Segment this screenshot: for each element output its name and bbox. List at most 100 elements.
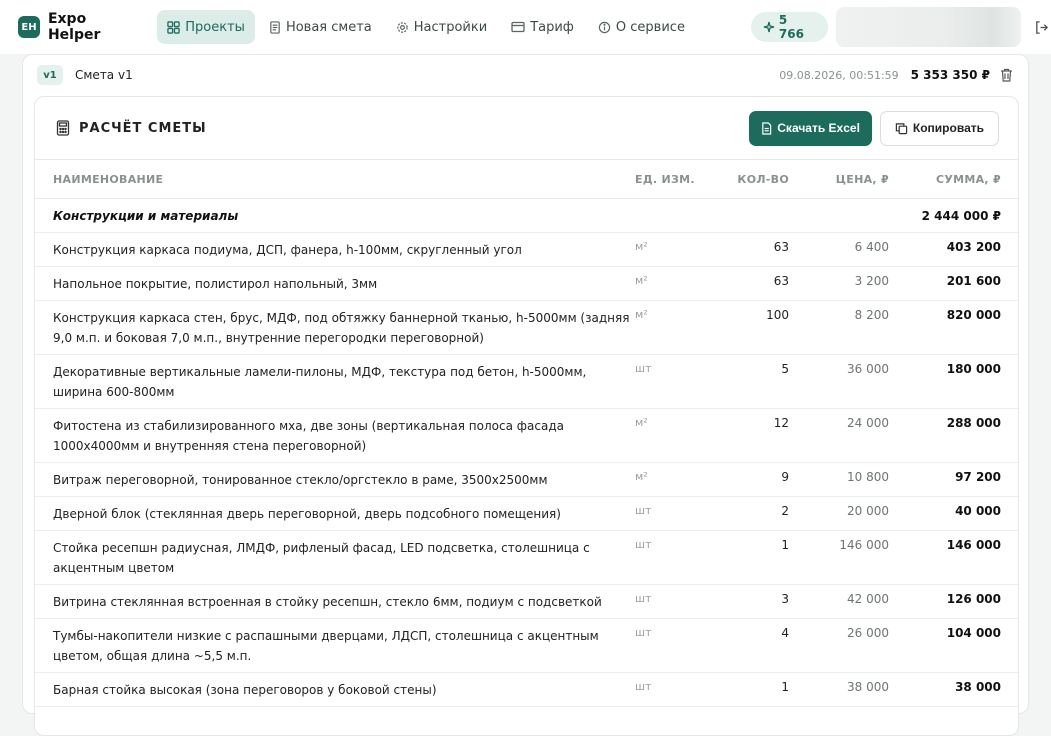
column-header-price: ЦЕНА, ₽ — [835, 173, 889, 186]
nav-item-new-estimate[interactable]: Новая смета — [259, 10, 382, 44]
item-sum: 104 000 — [946, 626, 1001, 640]
item-unit: шт — [635, 362, 652, 375]
calculator-icon — [56, 120, 70, 136]
copy-button[interactable]: Копировать — [879, 110, 999, 146]
item-name: Конструкция каркаса стен, брус, МДФ, под… — [53, 311, 630, 345]
item-qty: 100 — [766, 308, 789, 322]
item-price: 38 000 — [847, 680, 889, 694]
estimate-title: РАСЧЁТ СМЕТЫ — [79, 120, 207, 136]
item-price: 42 000 — [847, 592, 889, 606]
item-qty: 3 — [781, 592, 789, 606]
card-icon — [511, 21, 525, 33]
item-unit: шт — [635, 538, 652, 551]
section-row: Конструкции и материалы 2 444 000 ₽ — [35, 199, 1018, 233]
item-qty: 1 — [781, 680, 789, 694]
nav-item-label: Проекты — [185, 19, 245, 35]
version-badge: v1 — [37, 65, 63, 85]
nav-item-settings[interactable]: Настройки — [386, 10, 497, 44]
table-row: Фитостена из стабилизированного мха, две… — [35, 409, 1018, 463]
item-price: 36 000 — [847, 362, 889, 376]
download-excel-button[interactable]: Скачать Excel — [749, 110, 872, 146]
estimate-header: РАСЧЁТ СМЕТЫ Скачать Excel Копировать — [35, 97, 1018, 160]
item-price: 6 400 — [854, 240, 889, 254]
item-name: Дверной блок (стеклянная дверь переговор… — [53, 507, 561, 521]
item-name: Тумбы-накопители низкие с распашными две… — [53, 629, 599, 663]
table-row: Барная стойка высокая (зона переговоров … — [35, 673, 1018, 707]
item-sum: 97 200 — [955, 470, 1001, 484]
document-icon — [270, 20, 280, 34]
item-unit: м² — [635, 416, 648, 429]
item-price: 24 000 — [847, 416, 889, 430]
item-name: Конструкция каркаса подиума, ДСП, фанера… — [53, 243, 522, 257]
credits-value: 5 766 — [778, 13, 804, 41]
copy-label: Копировать — [912, 121, 984, 135]
nav-item-label: Настройки — [413, 19, 488, 35]
item-sum: 288 000 — [946, 416, 1001, 430]
nav-item-label: О сервисе — [615, 19, 685, 35]
table-row: Тумбы-накопители низкие с распашными две… — [35, 619, 1018, 673]
item-unit: шт — [635, 626, 652, 639]
item-unit: шт — [635, 592, 652, 605]
download-excel-label: Скачать Excel — [777, 121, 860, 135]
user-profile-blurred[interactable] — [836, 7, 1022, 47]
section-name: Конструкции и материалы — [53, 208, 239, 223]
table-row: Стойка ресепшн радиусная, ЛМДФ, рифленый… — [35, 531, 1018, 585]
credits-badge[interactable]: 5 766 — [750, 12, 829, 42]
nav-item-label: Тариф — [530, 19, 574, 35]
item-unit: шт — [635, 680, 652, 693]
logout-button[interactable] — [1031, 17, 1051, 37]
table-row: Конструкция каркаса подиума, ДСП, фанера… — [35, 233, 1018, 267]
version-total: 5 353 350 ₽ — [910, 68, 990, 82]
item-price: 3 200 — [854, 274, 889, 288]
item-qty: 4 — [781, 626, 789, 640]
version-date: 09.08.2026, 00:51:59 — [779, 68, 899, 82]
table-row: Декоративные вертикальные ламели-пилоны,… — [35, 355, 1018, 409]
logo-mark: EH — [18, 16, 40, 38]
table-row: Дверной блок (стеклянная дверь переговор… — [35, 497, 1018, 531]
item-qty: 5 — [781, 362, 789, 376]
item-name: Декоративные вертикальные ламели-пилоны,… — [53, 365, 587, 399]
item-price: 10 800 — [847, 470, 889, 484]
top-nav: EH Expo Helper Проекты Новая смета Настр… — [0, 0, 1051, 54]
nav-item-label: Новая смета — [285, 19, 372, 35]
logout-icon — [1035, 20, 1048, 34]
table-row: Конструкция каркаса стен, брус, МДФ, под… — [35, 301, 1018, 355]
item-sum: 201 600 — [946, 274, 1001, 288]
item-unit: м² — [635, 240, 648, 253]
estimate-calculation-card: РАСЧЁТ СМЕТЫ Скачать Excel Копировать НА… — [34, 96, 1019, 736]
item-qty: 1 — [781, 538, 789, 552]
version-row[interactable]: v1 Смета v1 09.08.2026, 00:51:59 5 353 3… — [23, 55, 1028, 95]
estimate-version-card: v1 Смета v1 09.08.2026, 00:51:59 5 353 3… — [22, 54, 1029, 736]
grid-icon — [167, 20, 181, 34]
item-sum: 180 000 — [946, 362, 1001, 376]
nav-item-projects[interactable]: Проекты — [157, 10, 255, 44]
item-qty: 2 — [781, 504, 789, 518]
table-header: НАИМЕНОВАНИЕ ЕД. ИЗМ. КОЛ-ВО ЦЕНА, ₽ СУМ… — [35, 161, 1018, 199]
item-name: Фитостена из стабилизированного мха, две… — [53, 419, 564, 453]
nav-item-tariff[interactable]: Тариф — [501, 10, 584, 44]
column-header-sum: СУММА, ₽ — [935, 173, 1001, 186]
column-header-qty: КОЛ-ВО — [737, 173, 789, 186]
item-unit: шт — [635, 504, 652, 517]
version-name: Смета v1 — [75, 68, 133, 82]
item-name: Барная стойка высокая (зона переговоров … — [53, 683, 437, 697]
app-name: Expo Helper — [47, 11, 101, 43]
item-name: Витрина стеклянная встроенная в стойку р… — [53, 595, 602, 609]
nav-item-about[interactable]: О сервисе — [588, 10, 695, 44]
item-price: 8 200 — [854, 308, 889, 322]
item-qty: 12 — [773, 416, 789, 430]
estimate-table: НАИМЕНОВАНИЕ ЕД. ИЗМ. КОЛ-ВО ЦЕНА, ₽ СУМ… — [35, 161, 1018, 707]
table-row: Напольное покрытие, полистирол напольный… — [35, 267, 1018, 301]
delete-version-button[interactable] — [998, 67, 1014, 83]
item-sum: 820 000 — [946, 308, 1001, 322]
item-name: Витраж переговорной, тонированное стекло… — [53, 473, 548, 487]
item-name: Напольное покрытие, полистирол напольный… — [53, 277, 378, 291]
table-row: Витраж переговорной, тонированное стекло… — [35, 463, 1018, 497]
item-name: Стойка ресепшн радиусная, ЛМДФ, рифленый… — [53, 541, 590, 575]
item-sum: 126 000 — [946, 592, 1001, 606]
logo[interactable]: EH Expo Helper — [18, 11, 143, 43]
item-unit: м² — [635, 274, 648, 287]
item-sum: 403 200 — [946, 240, 1001, 254]
item-sum: 38 000 — [955, 680, 1001, 694]
item-price: 26 000 — [847, 626, 889, 640]
